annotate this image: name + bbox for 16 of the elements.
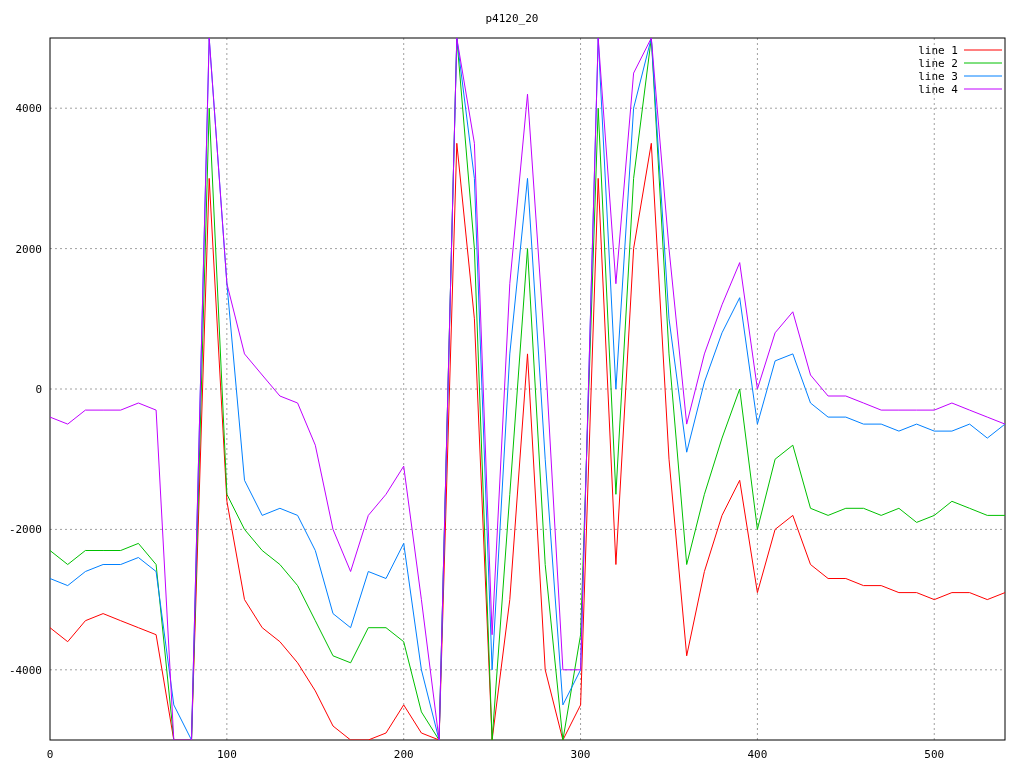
x-tick-label: 300 xyxy=(570,748,591,761)
legend-label: line 2 xyxy=(918,57,958,70)
x-tick-label: 200 xyxy=(393,748,414,761)
legend-label: line 1 xyxy=(918,44,958,57)
y-tick-label: 4000 xyxy=(15,102,42,116)
y-tick-label: -4000 xyxy=(8,663,42,677)
y-tick-label: -2000 xyxy=(8,523,42,537)
chart-title: p4120_20 xyxy=(485,12,539,25)
y-tick-label: 2000 xyxy=(15,242,42,256)
x-tick-label: 400 xyxy=(747,748,768,761)
y-tick-label: 0 xyxy=(35,383,42,396)
legend-label: line 3 xyxy=(918,70,958,83)
x-tick-label: 500 xyxy=(924,748,945,761)
x-tick-label: 0 xyxy=(46,748,54,761)
legend-label: line 4 xyxy=(918,83,958,96)
x-tick-label: 100 xyxy=(216,748,237,761)
